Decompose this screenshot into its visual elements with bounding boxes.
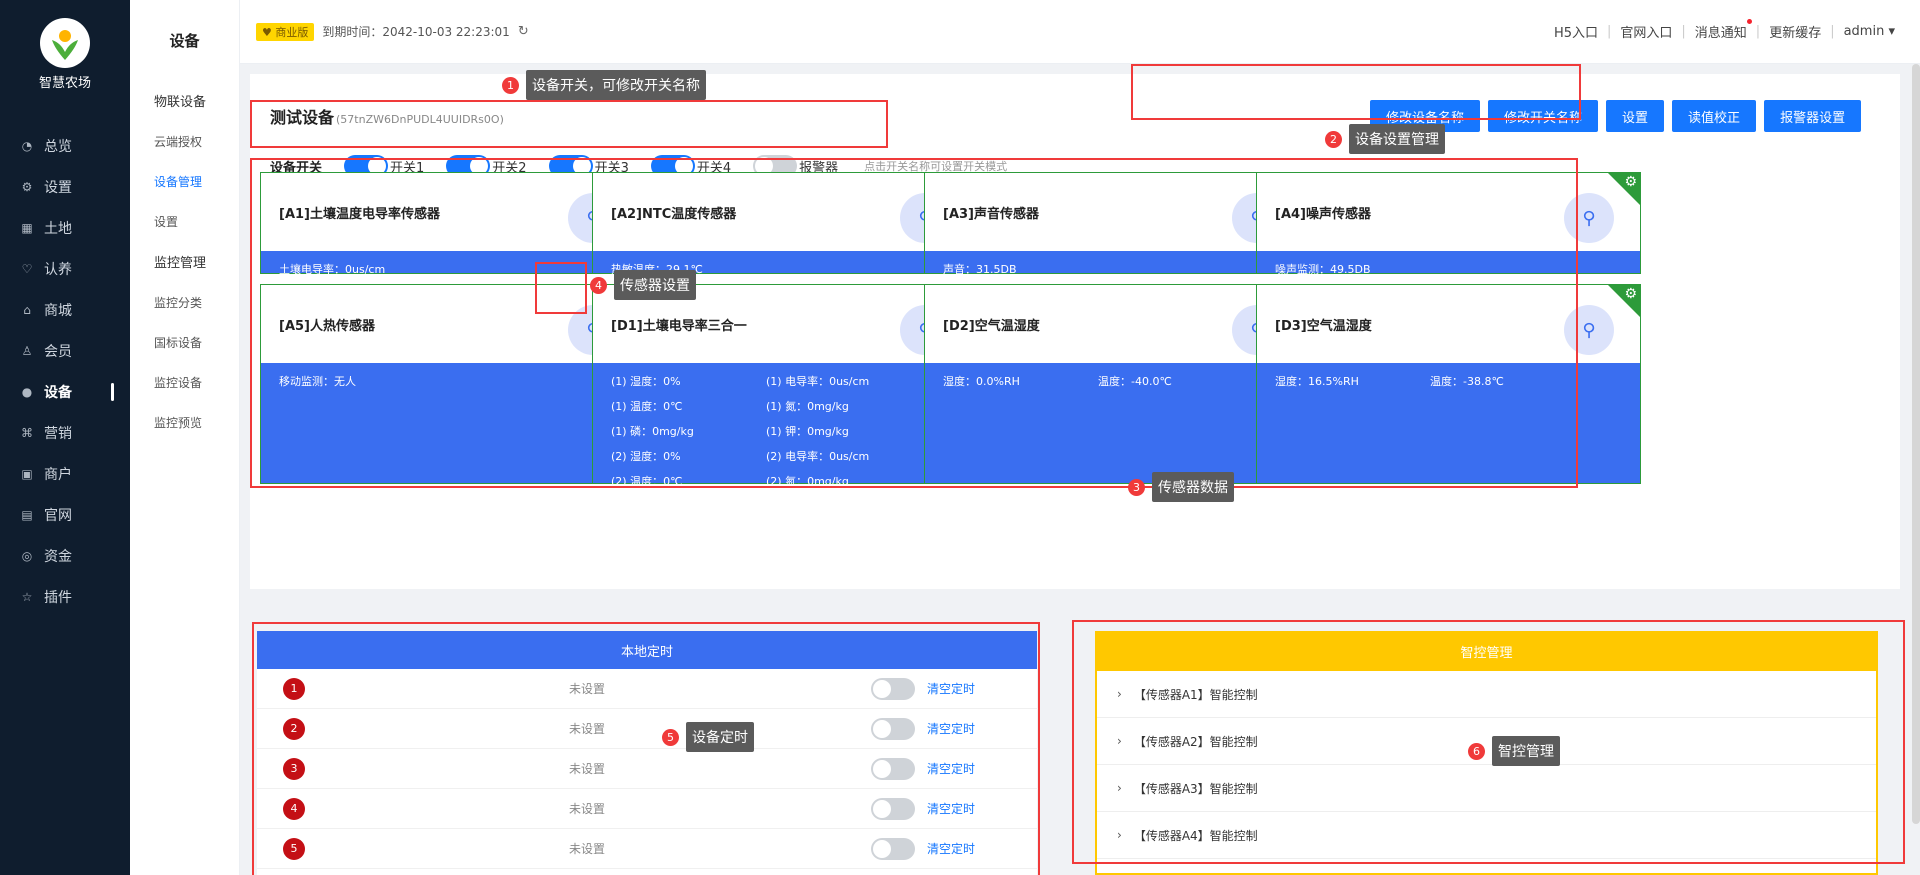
annotation-2: 2 设备设置管理 [1325,124,1445,154]
sensor-settings-gear-icon[interactable]: ⚙ [1624,286,1637,302]
website-entry-link[interactable]: 官网入口 [1620,22,1672,41]
sensor-metric: (2) 钾：0mg/kg [766,500,849,513]
notification-dot [1746,19,1752,24]
marketing-icon: ⌘ [21,425,33,440]
gear-icon: ⚙ [21,179,33,194]
sidebar-item-10[interactable]: ◎ 资金 [0,535,130,576]
sidebar-item-0[interactable]: ◔ 总览 [0,125,130,166]
annotation-box-sensors [250,158,1578,488]
annotation-5: 5 设备定时 [662,722,754,752]
annotation-box-settings [1131,64,1581,120]
website-icon: ▤ [21,507,33,522]
sidebar-item-label: 认养 [44,261,72,278]
user-menu[interactable]: admin ▾ [1844,24,1895,39]
annotation-3: 3 传感器数据 [1128,472,1234,502]
settings-button[interactable]: 设置 [1606,100,1665,132]
top-bar: ♥ 商业版 到期时间：2042-10-03 22:23:01 ↻ H5入口 | 官… [240,0,1920,64]
annotation-1: 1 设备开关，可修改开关名称 [502,70,706,100]
sidebar-item-label: 商户 [44,466,72,483]
shop-icon: ⌂ [23,302,31,317]
annotation-box-timer [252,622,1040,875]
bulb-icon: ● [21,384,33,399]
subnav-item[interactable]: 设备管理 [130,161,239,201]
sidebar-item-label: 商城 [44,302,72,319]
sidebar-item-1[interactable]: ⚙ 设置 [0,166,130,207]
sidebar-item-3[interactable]: ♡ 认养 [0,248,130,289]
sub-sidebar: 设备 物联设备 云端授权 设备管理 设置 监控管理 监控分类 国标设备 监控设备 监控预览 [130,0,240,875]
alarm-settings-button[interactable]: 报警器设置 [1764,100,1862,132]
subnav-group[interactable]: 监控管理 [130,241,239,282]
subnav-item[interactable]: 监控预览 [130,402,239,442]
notifications-link[interactable]: 消息通知 [1695,19,1752,41]
dashboard-icon: ◔ [21,138,33,153]
sidebar-item-label: 插件 [44,589,72,606]
subnav-item[interactable]: 云端授权 [130,121,239,161]
edition-badge: ♥ 商业版 [256,22,315,41]
sidebar-item-2[interactable]: ▦ 土地 [0,207,130,248]
page-scrollbar[interactable] [1912,64,1920,824]
merchant-icon: ▣ [21,466,33,481]
sidebar-item-label: 营销 [44,425,72,442]
sidebar-item-11[interactable]: ☆ 插件 [0,576,130,617]
refresh-icon[interactable]: ↻ [518,24,529,39]
sidebar-item-label: 官网 [44,507,72,524]
logo-flower-icon [52,30,78,60]
logo [40,18,90,68]
calibrate-button[interactable]: 读值校正 [1672,100,1757,132]
subnav-item[interactable]: 监控设备 [130,362,239,402]
annotation-6: 6 智控管理 [1468,736,1560,766]
star-icon: ☆ [21,589,33,604]
grid-icon: ▦ [21,220,33,235]
subnav-group[interactable]: 物联设备 [130,80,239,121]
h5-entry-link[interactable]: H5入口 [1554,22,1598,41]
subnav-title: 设备 [169,31,200,50]
sidebar-item-label: 总览 [44,138,72,155]
heart-icon: ♡ [21,261,33,276]
sidebar-item-label: 设备 [44,384,72,401]
sidebar-item-4[interactable]: ⌂ 商城 [0,289,130,330]
app-name: 智慧农场 [38,76,91,91]
sidebar-item-5[interactable]: ♙ 会员 [0,330,130,371]
sensor-metric: (2) 磷：0mg/kg [611,500,694,513]
subnav-item[interactable]: 国标设备 [130,322,239,362]
subnav-item[interactable]: 设置 [130,201,239,241]
annotation-box-switches [250,100,888,148]
sidebar-item-6[interactable]: ● 设备 [0,371,130,412]
main-sidebar: 智慧农场 ◔ 总览 ⚙ 设置 ▦ 土地 ♡ 认养 ⌂ 商城 ♙ 会员 ● 设备 ⌘ 营销 ▣ 商户 ▤ 官网 ◎ 资金 ☆ 插… [0,0,130,875]
expire-time: 到期时间：2042-10-03 22:23:01 [322,25,510,39]
sidebar-item-label: 土地 [44,220,72,237]
sidebar-item-9[interactable]: ▤ 官网 [0,494,130,535]
subnav-item[interactable]: 监控分类 [130,282,239,322]
sidebar-item-8[interactable]: ▣ 商户 [0,453,130,494]
refresh-cache-link[interactable]: 更新缓存 [1769,22,1821,41]
annotation-box-sensor-gear [535,262,587,314]
sidebar-item-label: 设置 [44,179,72,196]
sensor-settings-gear-icon[interactable]: ⚙ [1624,174,1637,190]
sidebar-item-7[interactable]: ⌘ 营销 [0,412,130,453]
fund-icon: ◎ [21,548,33,563]
top-links: H5入口 | 官网入口 | 消息通知 | 更新缓存 | admin ▾ [1545,19,1904,41]
sidebar-item-label: 资金 [44,548,72,565]
sidebar-item-label: 会员 [44,343,72,360]
member-icon: ♙ [21,343,33,358]
annotation-4: 4 传感器设置 [590,270,696,300]
